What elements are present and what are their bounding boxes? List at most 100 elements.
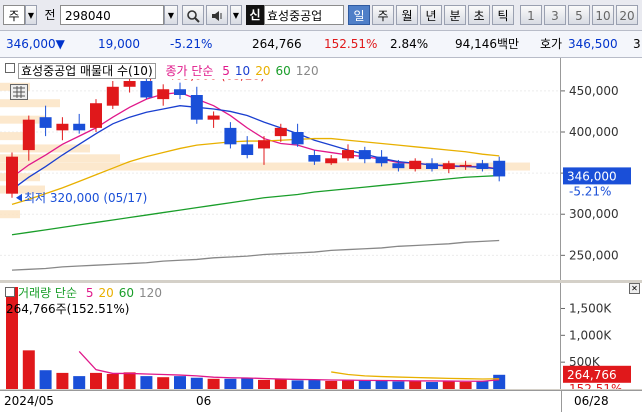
candle-body <box>207 115 220 120</box>
close-icon[interactable]: ✕ <box>629 283 640 294</box>
date-label-june: 06 <box>196 394 212 408</box>
volume-ma-legend-60[interactable]: 60 <box>119 286 134 300</box>
candle-body <box>258 140 270 149</box>
ma-legend-60[interactable]: 60 <box>275 64 290 78</box>
price-tick-label: 400,000 <box>569 125 619 139</box>
search-icon[interactable] <box>182 5 204 25</box>
volume-value-label: 264,766주(152.51%) <box>6 302 130 316</box>
ask-trail: 3 <box>633 37 641 51</box>
volume-bar <box>342 379 354 389</box>
code-dropdown-icon[interactable]: ▼ <box>164 5 178 25</box>
volume-bar <box>224 378 237 389</box>
volume-bar <box>174 376 186 389</box>
interval-button-5[interactable]: 5 <box>568 5 590 25</box>
volume-pane-checkbox-icon[interactable] <box>5 287 15 297</box>
volume: 264,766 <box>252 37 302 51</box>
candle-body <box>409 160 422 169</box>
volume-ma-legend-120[interactable]: 120 <box>139 286 162 300</box>
date-axis[interactable]: 2024/05 06 06/28 <box>0 390 642 412</box>
candle-body <box>174 89 186 95</box>
date-label-last: 06/28 <box>574 394 609 408</box>
candle-body <box>6 156 18 194</box>
code-input[interactable]: 298040 <box>60 5 164 25</box>
ask-price: 346,500 <box>568 37 618 51</box>
ma-legend-120[interactable]: 120 <box>296 64 319 78</box>
period-tab-2[interactable]: 월 <box>396 5 418 25</box>
toolbar: 주 ▼ 전 298040 ▼ ▼ 신 효성중공업 일주월년분초틱 1 3 5 10 20 <box>0 0 642 31</box>
volume-ratio: 152.51% <box>324 37 378 51</box>
price-value: 346,000 <box>6 37 56 51</box>
volume-bar <box>476 380 489 389</box>
volume-ma-legend-5[interactable]: 5 <box>86 286 94 300</box>
volume-bar <box>190 377 203 389</box>
current-volume-label: 264,766 <box>567 368 617 382</box>
volume-bar <box>241 378 254 389</box>
market-select[interactable]: 주 <box>3 5 25 25</box>
current-volume-rate: 152.51% <box>569 382 622 389</box>
volume-bar <box>358 380 371 389</box>
interval-button-20[interactable]: 20 <box>616 5 638 25</box>
ma-legend-10[interactable]: 10 <box>235 64 250 78</box>
volume-bar <box>459 382 472 389</box>
candle-body <box>325 158 338 164</box>
market-dropdown-icon[interactable]: ▼ <box>25 5 37 25</box>
ma-legend-label: 종가 단순 <box>165 64 214 78</box>
volume-title: 거래량 단순 <box>18 286 78 300</box>
volume-axis[interactable]: 1,500K 1,000K 500K 264,766 152.51% ✕ <box>561 283 642 396</box>
interval-button-1[interactable]: 1 <box>520 5 542 25</box>
volume-chart-pane[interactable]: 거래량 단순 5 20 60 120 264,766주(152.51%) <box>0 283 561 389</box>
price-tick-label: 450,000 <box>569 84 619 98</box>
current-price: 346,000▼ <box>6 37 65 51</box>
candle-body <box>358 150 371 160</box>
price-tick-label: 300,000 <box>569 207 619 221</box>
candle-body <box>56 123 69 131</box>
volume-tick-label: 1,500K <box>569 301 612 315</box>
volume-bar <box>409 380 422 389</box>
period-tab-0[interactable]: 일 <box>348 5 370 25</box>
current-rate-label: -5.21% <box>569 184 611 198</box>
period-tab-6[interactable]: 틱 <box>492 5 514 25</box>
candle-body <box>157 89 170 100</box>
code-label: 전 <box>44 8 56 22</box>
period-tab-5[interactable]: 초 <box>468 5 490 25</box>
candle-body <box>308 155 321 162</box>
price-info-bar: 346,000▼ 19,000 -5.21% 264,766 152.51% 2… <box>0 31 642 58</box>
grid-table-icon[interactable] <box>10 84 28 100</box>
candle-body <box>224 127 237 145</box>
price-legend: 효성중공업 매물대 수(10) 종가 단순 5 10 20 60 120 <box>18 62 319 79</box>
volume-bar <box>123 372 136 389</box>
date-label-may: 2024/05 <box>4 394 54 408</box>
speaker-dropdown-icon[interactable]: ▼ <box>230 5 242 25</box>
candle-body <box>73 123 86 131</box>
volume-bar <box>73 376 86 389</box>
speaker-icon[interactable] <box>206 5 228 25</box>
price-axis[interactable]: 450,000400,000350,000300,000250,000346,0… <box>561 58 642 280</box>
volume-bar <box>274 379 287 389</box>
volume-bar <box>442 381 455 389</box>
new-badge: 신 <box>246 5 264 25</box>
price-tick-label: 250,000 <box>569 248 619 262</box>
ask-label: 호가 <box>540 37 563 51</box>
candle-body <box>241 144 254 156</box>
stock-name: 효성중공업 <box>264 5 344 25</box>
period-tab-1[interactable]: 주 <box>372 5 394 25</box>
ma-legend-5[interactable]: 5 <box>222 64 230 78</box>
candle-body <box>39 117 52 128</box>
pane-checkbox-icon[interactable] <box>5 63 15 73</box>
low-arrow-icon <box>16 193 22 202</box>
volume-bar <box>258 379 270 389</box>
ma-legend-20[interactable]: 20 <box>255 64 270 78</box>
price-chart-pane[interactable]: 최고 469,000 (05/28)최저 320,000 (05/17) 효성중… <box>0 58 561 280</box>
interval-button-3[interactable]: 3 <box>544 5 566 25</box>
ma-line-60 <box>11 174 500 236</box>
change-rate: -5.21% <box>170 37 213 51</box>
candle-body <box>291 132 304 145</box>
price-chart: 최고 469,000 (05/28)최저 320,000 (05/17) <box>0 68 560 271</box>
period-tab-3[interactable]: 년 <box>420 5 442 25</box>
volume-ma-legend-20[interactable]: 20 <box>98 286 113 300</box>
interval-button-10[interactable]: 10 <box>592 5 614 25</box>
volume-bar <box>157 377 170 389</box>
period-tab-4[interactable]: 분 <box>444 5 466 25</box>
volume-bar <box>291 380 304 389</box>
chart-title[interactable]: 효성중공업 매물대 수(10) <box>18 63 156 79</box>
